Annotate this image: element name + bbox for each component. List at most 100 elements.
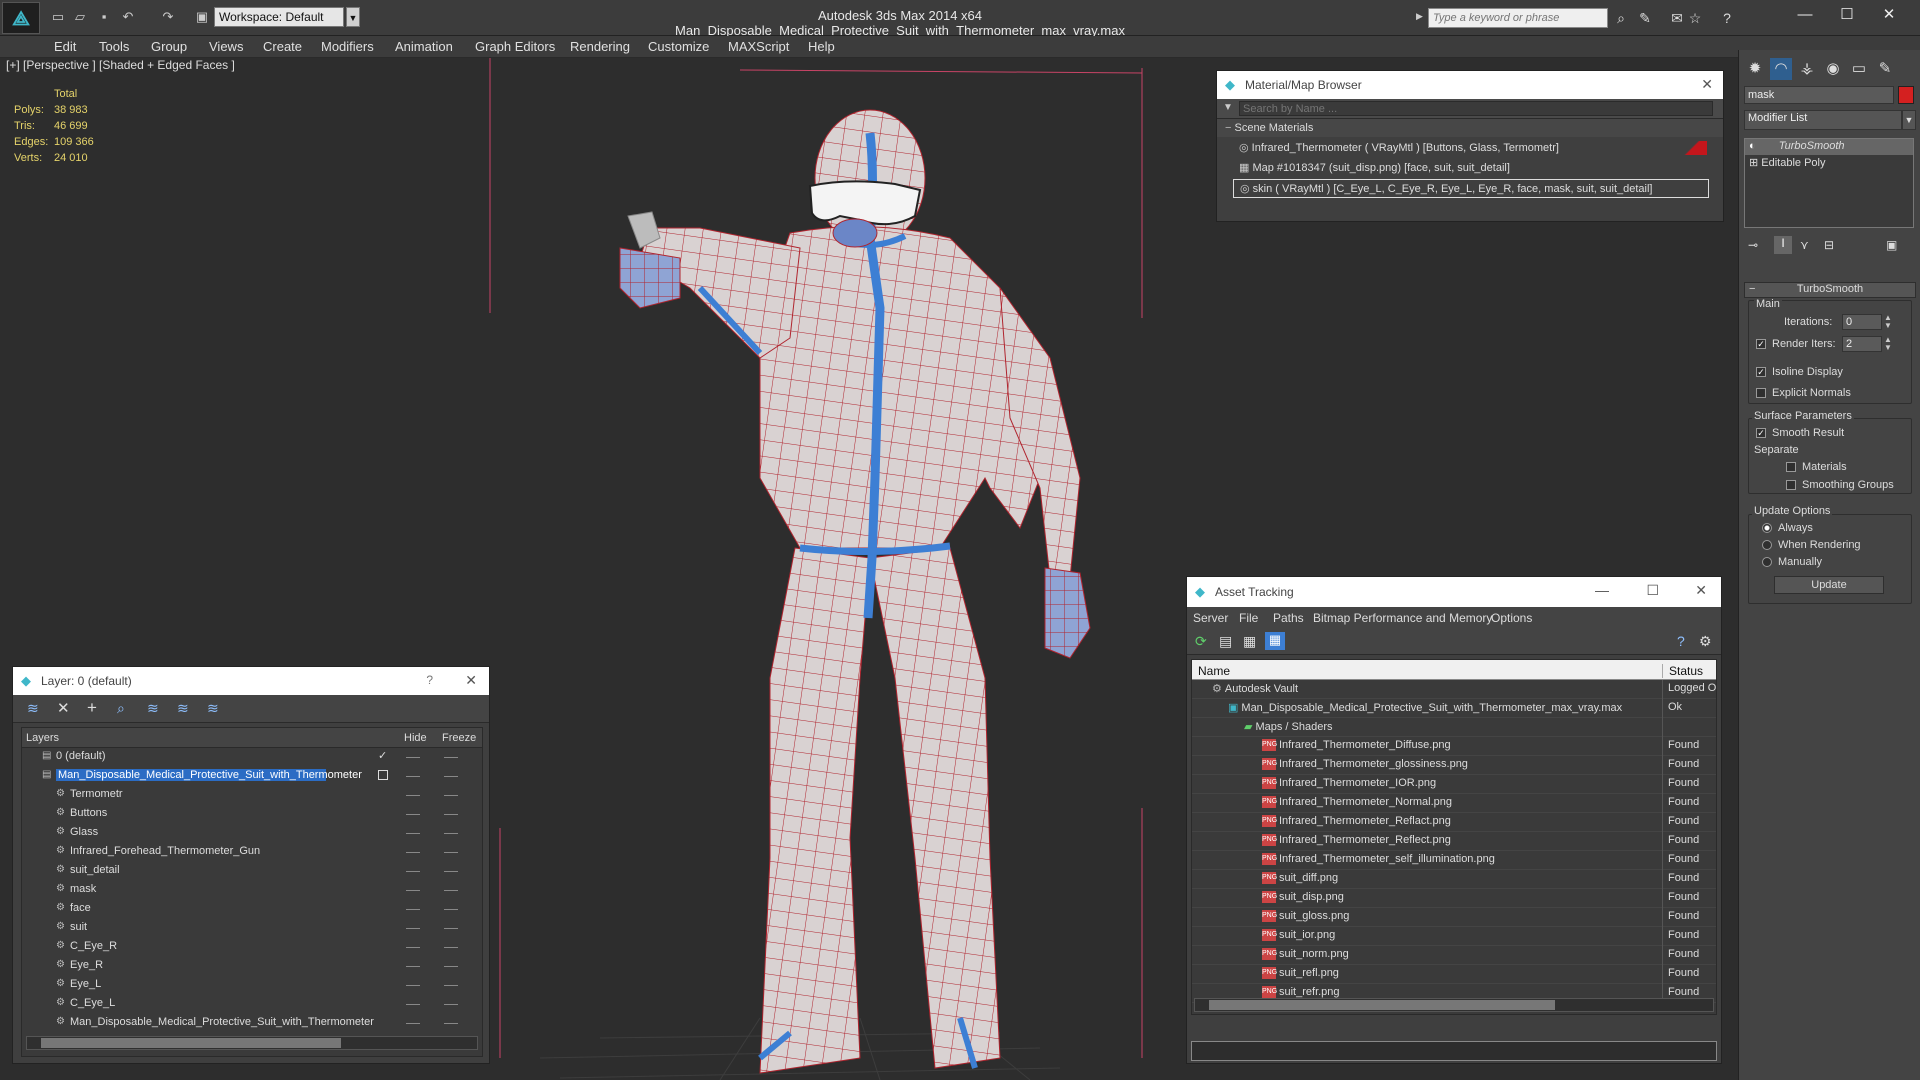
maximize-icon[interactable]: ☐ bbox=[1832, 5, 1862, 25]
update-always-radio[interactable]: Always bbox=[1762, 522, 1813, 534]
menu-help[interactable]: Help bbox=[808, 39, 835, 54]
hide-toggle[interactable] bbox=[406, 852, 420, 853]
make-unique-icon[interactable]: ⋎ bbox=[1800, 238, 1809, 252]
current-layer-icon[interactable] bbox=[378, 770, 388, 780]
freeze-all-icon[interactable]: ≋ bbox=[207, 700, 219, 717]
menu-views[interactable]: Views bbox=[209, 39, 243, 54]
table-view-icon[interactable]: ▦ bbox=[1265, 632, 1285, 650]
viewport-label[interactable]: [+] [Perspective ] [Shaded + Edged Faces… bbox=[6, 58, 235, 72]
project-folder-icon[interactable]: ▣ bbox=[194, 9, 210, 25]
create-tab-sun-icon[interactable]: ✹ bbox=[1744, 58, 1766, 80]
asset-row[interactable]: PNG Infrared_Thermometer_self_illuminatio… bbox=[1192, 851, 1716, 870]
freeze-toggle[interactable] bbox=[444, 852, 458, 853]
search-expand-icon[interactable]: ▶ bbox=[1416, 11, 1423, 22]
col-name[interactable]: Name bbox=[1198, 664, 1230, 678]
hide-toggle[interactable] bbox=[406, 795, 420, 796]
smooth-result-checkbox[interactable]: ✓ Smooth Result bbox=[1756, 427, 1844, 439]
communication-icon[interactable]: ✉ bbox=[1668, 9, 1686, 27]
menu-group[interactable]: Group bbox=[151, 39, 187, 54]
hide-toggle[interactable] bbox=[406, 947, 420, 948]
isoline-display-checkbox[interactable]: ✓ Isoline Display bbox=[1756, 366, 1843, 378]
subscription-icon[interactable]: ✎ bbox=[1636, 9, 1654, 27]
layer-row[interactable]: ⚙ suit_detail bbox=[22, 862, 484, 881]
freeze-toggle[interactable] bbox=[444, 757, 458, 758]
add-to-layer-icon[interactable]: + bbox=[87, 698, 97, 718]
close-icon[interactable]: ✕ bbox=[465, 672, 477, 689]
freeze-toggle[interactable] bbox=[444, 1023, 458, 1024]
scrollbar-thumb[interactable] bbox=[1209, 1000, 1555, 1010]
col-hide[interactable]: Hide bbox=[404, 732, 427, 744]
settings-icon[interactable]: ⚙ bbox=[1699, 633, 1712, 650]
workspace-dropdown-arrow-icon[interactable]: ▼ bbox=[346, 7, 360, 27]
favorites-star-icon[interactable]: ☆ bbox=[1686, 9, 1704, 27]
update-button[interactable]: Update bbox=[1774, 576, 1884, 594]
asset-row[interactable]: PNG suit_disp.png Found bbox=[1192, 889, 1716, 908]
select-objects-icon[interactable]: ⌕ bbox=[117, 700, 125, 717]
infocenter-search-input[interactable] bbox=[1428, 8, 1608, 28]
separate-smoothing-groups-checkbox[interactable]: Smoothing Groups bbox=[1786, 479, 1894, 491]
new-file-icon[interactable]: ▭ bbox=[50, 9, 66, 25]
col-status[interactable]: Status bbox=[1662, 664, 1703, 678]
layer-row[interactable]: ⚙ suit bbox=[22, 919, 484, 938]
pin-stack-icon[interactable]: ⊸ bbox=[1748, 238, 1758, 252]
layer-row[interactable]: ⚙ face bbox=[22, 900, 484, 919]
hide-toggle[interactable] bbox=[406, 985, 420, 986]
close-icon[interactable]: ✕ bbox=[1701, 76, 1713, 93]
help-icon[interactable]: ? bbox=[426, 673, 433, 687]
hide-toggle[interactable] bbox=[406, 966, 420, 967]
update-manually-radio[interactable]: Manually bbox=[1762, 556, 1822, 568]
menu-edit[interactable]: Edit bbox=[54, 39, 76, 54]
remove-modifier-icon[interactable]: ⊟ bbox=[1824, 238, 1834, 252]
col-layers[interactable]: Layers bbox=[26, 732, 59, 744]
close-icon[interactable]: ✕ bbox=[1874, 5, 1904, 25]
asset-horizontal-scrollbar[interactable] bbox=[1194, 998, 1714, 1012]
asset-row[interactable]: PNG Infrared_Thermometer_Reflect.png Found bbox=[1192, 832, 1716, 851]
maximize-icon[interactable]: ☐ bbox=[1646, 582, 1659, 599]
asset-row[interactable]: PNG Infrared_Thermometer_Diffuse.png Found bbox=[1192, 737, 1716, 756]
asset-menu-file[interactable]: File bbox=[1239, 611, 1258, 625]
help-icon[interactable]: ? bbox=[1677, 633, 1685, 649]
asset-menu-server[interactable]: Server bbox=[1193, 611, 1228, 625]
asset-row[interactable]: PNG Infrared_Thermometer_IOR.png Found bbox=[1192, 775, 1716, 794]
material-item-map[interactable]: ▦ Map #1018347 (suit_disp.png) [face, su… bbox=[1233, 159, 1709, 178]
active-layer-check-icon[interactable]: ✓ bbox=[378, 749, 387, 762]
layer-row[interactable]: ⚙ C_Eye_R bbox=[22, 938, 484, 957]
layer-row[interactable]: ⚙ Buttons bbox=[22, 805, 484, 824]
layer-row[interactable]: ⚙ mask bbox=[22, 881, 484, 900]
render-iters-checkbox[interactable]: ✓ Render Iters: bbox=[1756, 338, 1836, 350]
display-tab-icon[interactable]: ▭ bbox=[1848, 58, 1870, 80]
col-freeze[interactable]: Freeze bbox=[442, 732, 476, 744]
freeze-toggle[interactable] bbox=[444, 985, 458, 986]
menu-animation[interactable]: Animation bbox=[395, 39, 453, 54]
protective-suit-model[interactable] bbox=[619, 109, 1091, 1074]
scene-materials-section[interactable]: − Scene Materials bbox=[1217, 119, 1723, 137]
collapse-icon[interactable]: − bbox=[1749, 283, 1755, 295]
asset-row[interactable]: PNG suit_refl.png Found bbox=[1192, 965, 1716, 984]
minimize-icon[interactable]: — bbox=[1595, 582, 1609, 598]
lightbulb-icon[interactable]: ◐ bbox=[1749, 140, 1759, 152]
menu-customize[interactable]: Customize bbox=[648, 39, 709, 54]
freeze-toggle[interactable] bbox=[444, 909, 458, 910]
menu-maxscript[interactable]: MAXScript bbox=[728, 39, 789, 54]
separate-materials-checkbox[interactable]: Materials bbox=[1786, 461, 1847, 473]
scrollbar-thumb[interactable] bbox=[41, 1038, 341, 1048]
redo-icon[interactable]: ↷ bbox=[160, 9, 176, 25]
undo-icon[interactable]: ↶ bbox=[120, 9, 136, 25]
stack-item-turbosmooth[interactable]: ◐ TurboSmooth bbox=[1745, 139, 1913, 155]
menu-create[interactable]: Create bbox=[263, 39, 302, 54]
asset-row[interactable]: ⚙ Autodesk Vault Logged O bbox=[1192, 680, 1716, 699]
asset-row[interactable]: ▰ Maps / Shaders bbox=[1192, 718, 1716, 737]
material-item-infrared[interactable]: ◎ Infrared_Thermometer ( VRayMtl ) [Butt… bbox=[1233, 139, 1709, 158]
freeze-toggle[interactable] bbox=[444, 890, 458, 891]
asset-menu-bitmap-performance[interactable]: Bitmap Performance and Memory bbox=[1313, 611, 1492, 625]
turbosmooth-rollout-header[interactable]: − TurboSmooth bbox=[1744, 282, 1916, 298]
explicit-normals-checkbox[interactable]: Explicit Normals bbox=[1756, 387, 1851, 399]
layer-row[interactable]: ▤ Man_Disposable_Medical_Protective_Suit_… bbox=[22, 767, 484, 786]
hierarchy-tab-icon[interactable]: ⚶ bbox=[1796, 58, 1818, 80]
freeze-toggle[interactable] bbox=[444, 871, 458, 872]
asset-row[interactable]: PNG suit_ior.png Found bbox=[1192, 927, 1716, 946]
workspace-dropdown[interactable]: Workspace: Default bbox=[214, 7, 344, 27]
highlight-selected-icon[interactable]: ≋ bbox=[147, 700, 159, 717]
update-when-rendering-radio[interactable]: When Rendering bbox=[1762, 539, 1861, 551]
help-icon[interactable]: ? bbox=[1718, 9, 1736, 27]
